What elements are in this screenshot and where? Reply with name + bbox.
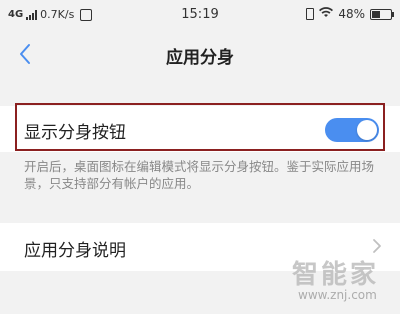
status-right: 48% [306,7,394,21]
wifi-icon [319,7,334,21]
watermark-url: www.znj.com [298,288,377,302]
chevron-right-icon [373,239,381,253]
battery-icon [370,8,394,20]
vibrate-icon [306,8,315,20]
watermark-logo: 智能家 [292,260,380,290]
clone-info-label: 应用分身说明 [24,241,126,261]
page-title: 应用分身 [166,48,234,68]
highlight-box [15,103,385,151]
header: 应用分身 [0,30,400,78]
battery-percent: 48% [338,7,365,21]
setting-description: 开启后，桌面图标在编辑模式将显示分身按钮。鉴于实际应用场景，只支持部分有帐户的应… [24,159,375,191]
status-bar: 4G 0.7K/s 15:19 48% [0,0,400,30]
